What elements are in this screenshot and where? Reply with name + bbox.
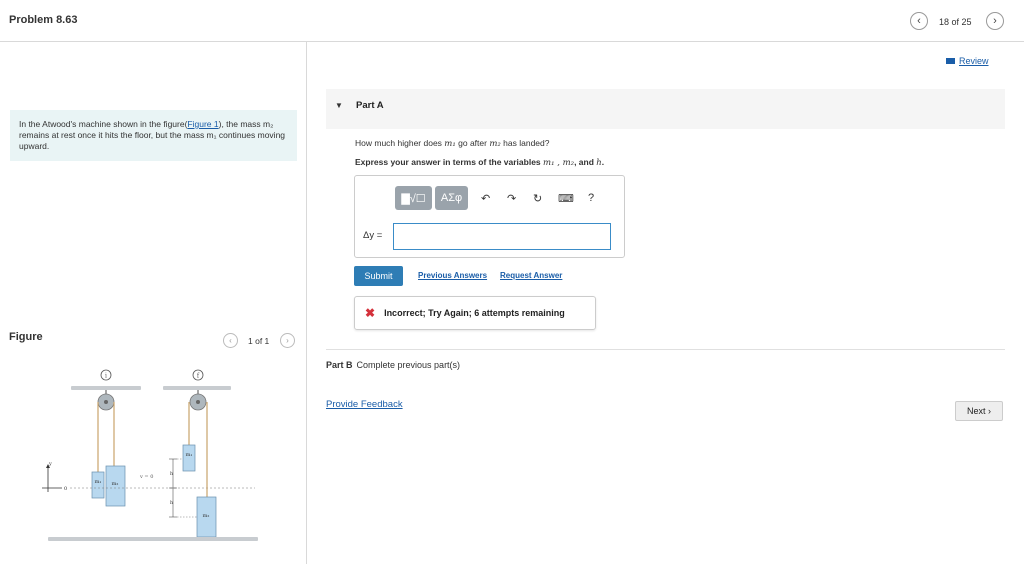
figure-link[interactable]: Figure 1 (187, 119, 218, 129)
part-a-header[interactable] (326, 89, 1005, 129)
next-problem-button[interactable]: › (986, 12, 1004, 30)
previous-answers-link[interactable]: Previous Answers (418, 271, 487, 280)
figure-prev-button[interactable]: ‹ (223, 333, 238, 348)
right-m1-label: m₁ (186, 452, 193, 458)
error-x-icon: ✖ (365, 306, 376, 320)
state-label-i: i (105, 373, 107, 380)
next-button[interactable]: Next › (955, 401, 1003, 421)
part-b-label: Part B (326, 360, 353, 370)
review-link[interactable]: Review (946, 56, 989, 66)
review-label: Review (959, 56, 989, 66)
left-ceiling (71, 386, 141, 390)
figure-heading: Figure (9, 331, 43, 343)
feedback-message: ✖ Incorrect; Try Again; 6 attempts remai… (354, 296, 596, 330)
right-mass-m1 (182, 444, 196, 472)
question-before: How much higher does (355, 138, 445, 148)
figure-next-button[interactable]: › (280, 333, 295, 348)
page-title: Problem 8.63 (9, 14, 78, 26)
column-divider (306, 42, 307, 564)
undo-icon[interactable]: ↶ (481, 192, 490, 205)
question-text: How much higher does m₁ go after m₂ has … (355, 138, 549, 149)
atwood-machine-figure: i m₁ m₂ v = 0 y 0 f m₁ m₂ h h (42, 369, 258, 541)
chevron-right-icon: › (988, 406, 992, 416)
next-label: Next (966, 406, 986, 416)
submit-button[interactable]: Submit (354, 266, 403, 286)
chevron-right-icon: › (993, 15, 997, 27)
delta-y-label: Δy = (363, 230, 383, 241)
question-mid: go after (455, 138, 490, 148)
state-label-f: f (197, 373, 200, 380)
left-m1-label: m₁ (95, 479, 102, 485)
express-instructions: Express your answer in terms of the vari… (355, 157, 604, 168)
origin-label: 0 (64, 486, 67, 492)
right-ceiling (163, 386, 231, 390)
velocity-label: v = 0 (139, 474, 153, 480)
chevron-left-icon: ‹ (917, 15, 921, 27)
express-mid: , and (574, 157, 597, 167)
y-axis-label: y (48, 461, 52, 467)
part-a-label: Part A (356, 100, 384, 111)
book-icon (946, 58, 955, 64)
express-end: . (601, 157, 605, 167)
request-answer-link[interactable]: Request Answer (500, 271, 562, 280)
templates-button[interactable]: ▇√☐ (395, 186, 432, 210)
problem-statement: In the Atwood's machine shown in the fig… (10, 110, 297, 161)
part-b-status: Complete previous part(s) (356, 360, 461, 370)
part-divider (326, 349, 1005, 350)
floor (48, 537, 258, 541)
part-b-row: Part B Complete previous part(s) (326, 360, 460, 370)
math-toolbar: ▇√☐ ΑΣφ (395, 186, 468, 210)
problem-counter: 18 of 25 (939, 17, 972, 27)
keyboard-icon[interactable]: ⌨ (558, 192, 574, 205)
left-m2-label: m₂ (112, 481, 119, 487)
left-mass-m1 (91, 471, 105, 499)
question-var-m1: m₁ (444, 139, 456, 149)
right-m2-label: m₂ (203, 513, 210, 519)
express-before: Express your answer in terms of the vari… (355, 157, 544, 167)
express-vars: m₁ , m₂ (543, 158, 575, 168)
reset-icon[interactable]: ↻ (533, 192, 542, 205)
answer-input[interactable] (393, 223, 611, 250)
provide-feedback-link[interactable]: Provide Feedback (326, 399, 403, 410)
header-bar: Problem 8.63 ‹ 18 of 25 › (0, 0, 1024, 42)
h-label-top: h (170, 471, 174, 477)
redo-icon[interactable]: ↷ (507, 192, 516, 205)
question-var-m2: m₂ (489, 139, 501, 149)
caret-down-icon[interactable]: ▼ (335, 101, 343, 110)
h-label-bottom: h (170, 500, 174, 506)
chevron-left-icon: ‹ (229, 336, 232, 345)
question-after: has landed? (500, 138, 550, 148)
greek-symbols-button[interactable]: ΑΣφ (435, 186, 468, 210)
figure-pager: 1 of 1 (248, 336, 270, 346)
prev-problem-button[interactable]: ‹ (910, 12, 928, 30)
chevron-right-icon: › (286, 336, 289, 345)
feedback-text: Incorrect; Try Again; 6 attempts remaini… (384, 308, 565, 318)
intro-text-before: In the Atwood's machine shown in the fig… (19, 119, 188, 129)
help-icon[interactable]: ? (588, 192, 594, 204)
